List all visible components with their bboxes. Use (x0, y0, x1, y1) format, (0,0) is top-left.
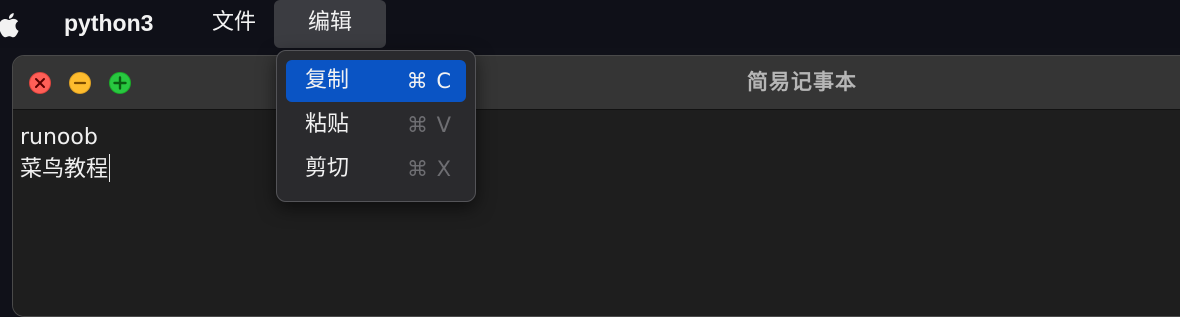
editor-line-text: 菜鸟教程 (20, 157, 109, 182)
menu-bar: python3 文件 编辑 (0, 0, 1180, 48)
window-titlebar[interactable]: 简易记事本 (13, 56, 1180, 110)
apple-logo-icon[interactable] (0, 10, 24, 40)
notepad-window: 简易记事本 runoob 菜鸟教程 (12, 55, 1180, 317)
text-editor[interactable]: runoob 菜鸟教程 (13, 110, 1180, 316)
menu-item-copy[interactable]: 复制 ⌘ C (286, 60, 466, 102)
edit-menu-dropdown: 复制 ⌘ C 粘贴 ⌘ V 剪切 ⌘ X (276, 50, 476, 202)
menu-edit[interactable]: 编辑 (274, 0, 386, 48)
close-icon[interactable] (29, 72, 51, 94)
shortcut-label: ⌘ V (406, 113, 452, 137)
maximize-icon[interactable] (109, 72, 131, 94)
editor-line-with-caret: 菜鸟教程 (20, 154, 1180, 186)
shortcut-label: ⌘ X (406, 157, 452, 181)
menu-item-label: 剪切 (305, 156, 350, 181)
editor-line: runoob (20, 125, 98, 150)
shortcut-label: ⌘ C (406, 69, 452, 93)
window-title: 简易记事本 (747, 70, 857, 94)
menu-item-paste[interactable]: 粘贴 ⌘ V (286, 104, 466, 146)
text-caret (109, 154, 111, 182)
menu-item-label: 粘贴 (305, 112, 350, 137)
menu-item-label: 复制 (305, 68, 350, 93)
menu-item-cut[interactable]: 剪切 ⌘ X (286, 148, 466, 190)
menu-app-name[interactable]: python3 (64, 0, 153, 48)
minimize-icon[interactable] (69, 72, 91, 94)
menu-file[interactable]: 文件 (212, 0, 256, 48)
